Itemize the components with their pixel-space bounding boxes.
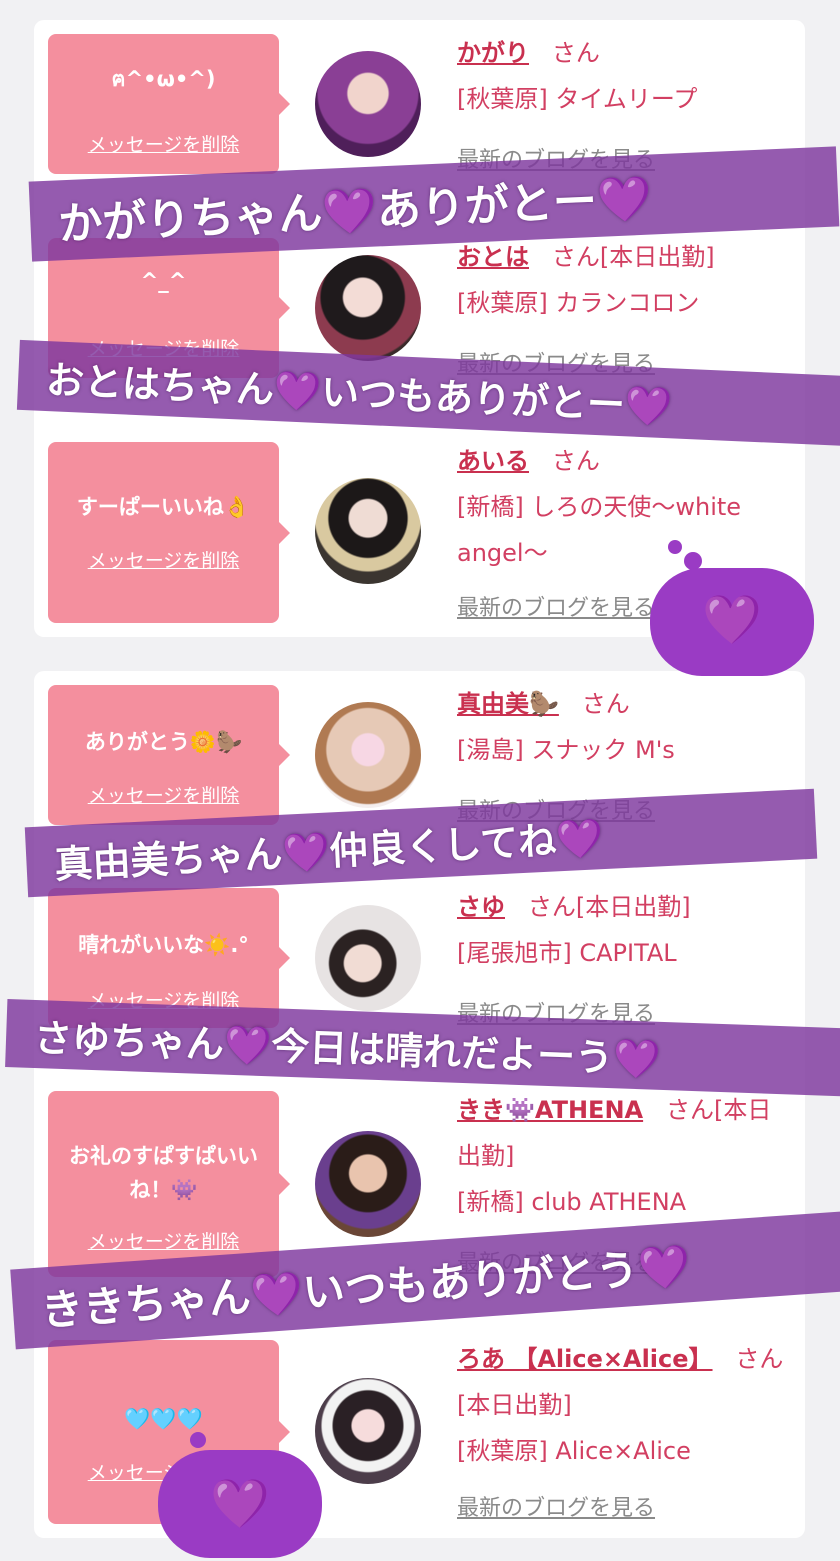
message-text: 晴れがいいな☀️.°: [78, 933, 249, 957]
avatar[interactable]: [315, 1131, 421, 1237]
user-name-link[interactable]: きき👾ATHENA: [457, 1096, 643, 1124]
message-text: 🩵🩵🩵: [124, 1407, 203, 1431]
avatar[interactable]: [315, 702, 421, 808]
message-text: ^_^: [140, 269, 187, 293]
avatar[interactable]: [315, 51, 421, 157]
user-name-link[interactable]: かがり: [457, 39, 529, 67]
user-name-link[interactable]: おとは: [457, 243, 529, 271]
user-name-link[interactable]: ろあ 【Alice×Alice】: [457, 1345, 713, 1373]
user-name-link[interactable]: あいる: [457, 447, 529, 475]
san-suffix: さん: [551, 243, 600, 271]
message-bubble: ありがとう🌼🦫 メッセージを削除: [48, 685, 290, 825]
status-badge: [本日出勤]: [599, 243, 715, 271]
delete-message-link[interactable]: メッセージを削除: [48, 1227, 279, 1254]
delete-message-link[interactable]: メッセージを削除: [48, 130, 279, 157]
san-suffix: さん: [527, 893, 576, 921]
user-info: かがり さん [秋葉原] タイムリープ: [457, 30, 787, 122]
user-info: ろあ 【Alice×Alice】 さん [本日出勤] [秋葉原] Alice×Al…: [457, 1336, 787, 1474]
san-suffix: さん: [581, 690, 630, 718]
message-text: すーぱーいいね👌: [76, 495, 251, 519]
purple-heart-icon: 💜: [210, 1476, 270, 1532]
message-text: お礼のすぱすぱいいね！👾: [69, 1144, 258, 1202]
store-name: [秋葉原] Alice×Alice: [457, 1437, 691, 1465]
message-bubble: ฅ^•ω•^) メッセージを削除: [48, 34, 290, 174]
san-suffix: さん: [666, 1096, 714, 1124]
delete-message-link[interactable]: メッセージを削除: [48, 546, 279, 573]
user-info: 真由美🦫 さん [湯島] スナック M's: [457, 681, 787, 773]
status-badge: [本日出勤]: [457, 1391, 572, 1419]
user-info: さゆ さん[本日出勤] [尾張旭市] CAPITAL: [457, 884, 787, 976]
store-name: [尾張旭市] CAPITAL: [457, 939, 677, 967]
message-text: ありがとう🌼🦫: [84, 730, 243, 754]
delete-message-link[interactable]: メッセージを削除: [48, 781, 279, 808]
message-bubble: お礼のすぱすぱいいね！👾 メッセージを削除: [48, 1091, 290, 1277]
san-suffix: さん: [551, 447, 600, 475]
latest-blog-link[interactable]: 最新のブログを見る: [457, 590, 655, 622]
user-info: あいる さん [新橋] しろの天使〜white angel〜: [457, 438, 787, 576]
avatar[interactable]: [315, 905, 421, 1011]
status-badge: [本日出勤]: [575, 893, 691, 921]
store-name: [秋葉原] タイムリープ: [457, 85, 698, 113]
avatar[interactable]: [315, 478, 421, 584]
san-suffix: さん: [551, 39, 600, 67]
san-suffix: さん: [735, 1345, 784, 1373]
store-name: [湯島] スナック M's: [457, 736, 675, 764]
latest-blog-link[interactable]: 最新のブログを見る: [457, 1490, 655, 1522]
thought-dot: [190, 1432, 206, 1448]
message-row: 🩵🩵🩵 メッセージを削除 ろあ 【Alice×Alice】 さん[本日出勤] […: [34, 1326, 805, 1538]
message-text: ฅ^•ω•^): [111, 67, 216, 91]
user-info: きき👾ATHENA さん[本日出勤] [新橋] club ATHENA: [457, 1087, 787, 1225]
user-info: おとは さん[本日出勤] [秋葉原] カランコロン: [457, 234, 787, 326]
store-name: [秋葉原] カランコロン: [457, 289, 700, 317]
thought-dot: [668, 540, 682, 554]
store-name: [新橋] しろの天使〜white angel〜: [457, 493, 742, 567]
avatar[interactable]: [315, 255, 421, 361]
user-name-link[interactable]: 真由美🦫: [457, 690, 559, 718]
message-bubble: すーぱーいいね👌 メッセージを削除: [48, 442, 290, 623]
user-name-link[interactable]: さゆ: [457, 893, 505, 921]
message-card-group-1: ฅ^•ω•^) メッセージを削除 かがり さん [秋葉原] タイムリープ 最新の…: [34, 20, 805, 637]
avatar[interactable]: [315, 1378, 421, 1484]
purple-heart-icon: 💜: [702, 592, 762, 648]
